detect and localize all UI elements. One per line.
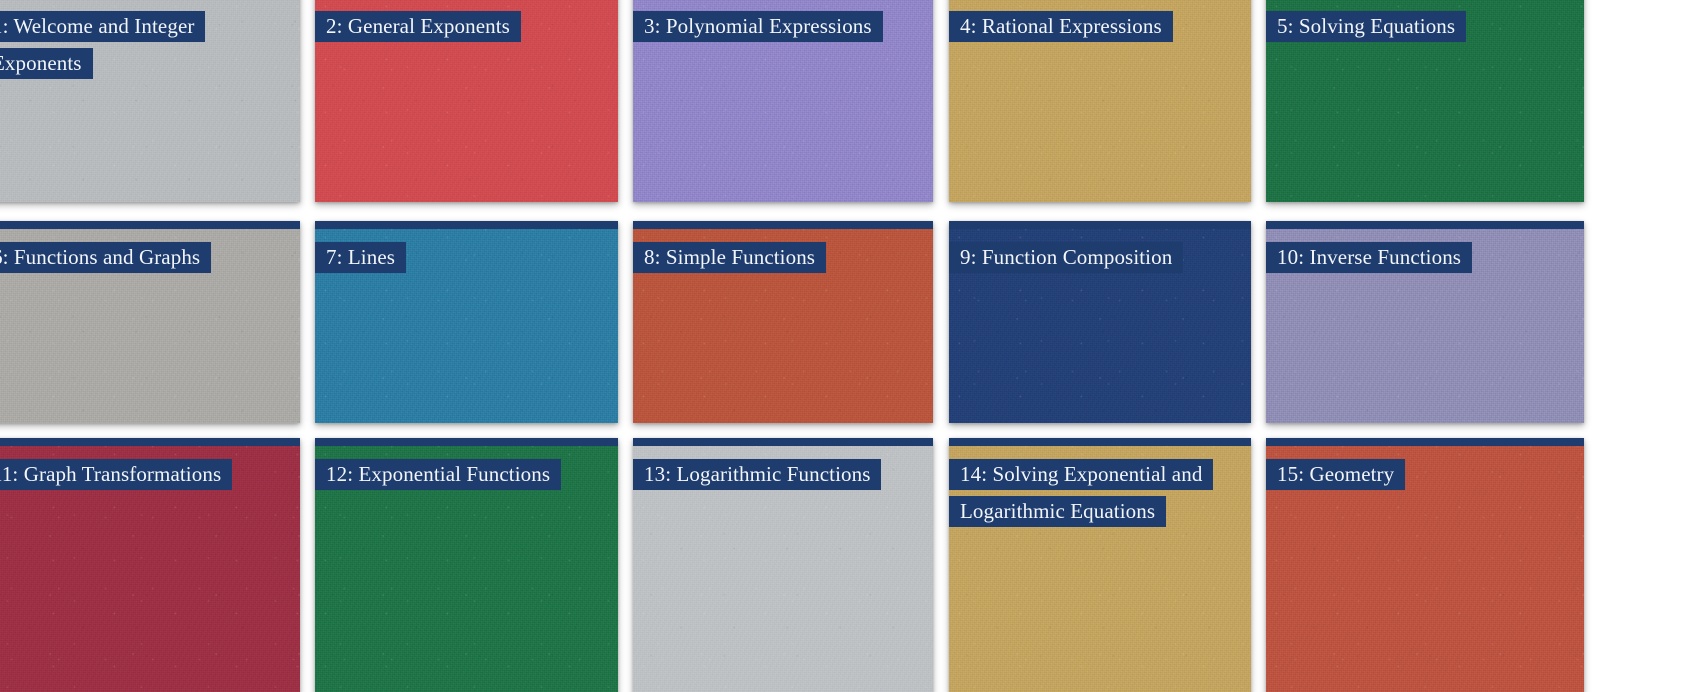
- course-card-4[interactable]: 4: Rational Expressions: [949, 0, 1251, 202]
- card-top-bar: [633, 438, 933, 446]
- card-title-11[interactable]: 11: Graph Transformations: [0, 456, 290, 493]
- card-title-5[interactable]: 5: Solving Equations: [1266, 8, 1574, 45]
- course-card-12[interactable]: 12: Exponential Functions: [315, 438, 618, 692]
- card-title-text: 9: Function Composition: [949, 242, 1184, 273]
- card-title-text: 1: Welcome and Integer Exponents: [0, 11, 206, 79]
- course-card-6[interactable]: 6: Functions and Graphs: [0, 221, 300, 423]
- card-title-text: 15: Geometry: [1266, 459, 1406, 490]
- card-title-3[interactable]: 3: Polynomial Expressions: [633, 8, 923, 45]
- card-title-12[interactable]: 12: Exponential Functions: [315, 456, 608, 493]
- card-title-text: 8: Simple Functions: [633, 242, 827, 273]
- card-title-text: 12: Exponential Functions: [315, 459, 562, 490]
- card-title-text: 10: Inverse Functions: [1266, 242, 1473, 273]
- course-card-5[interactable]: 5: Solving Equations: [1266, 0, 1584, 202]
- card-top-bar: [949, 438, 1251, 446]
- card-title-8[interactable]: 8: Simple Functions: [633, 239, 923, 276]
- course-card-14[interactable]: 14: Solving Exponential and Logarithmic …: [949, 438, 1251, 692]
- course-card-7[interactable]: 7: Lines: [315, 221, 618, 423]
- card-top-bar: [315, 221, 618, 229]
- card-title-9[interactable]: 9: Function Composition: [949, 239, 1241, 276]
- card-title-10[interactable]: 10: Inverse Functions: [1266, 239, 1574, 276]
- card-top-bar: [1266, 438, 1584, 446]
- course-card-11[interactable]: 11: Graph Transformations: [0, 438, 300, 692]
- card-title-text: 2: General Exponents: [315, 11, 521, 42]
- card-title-7[interactable]: 7: Lines: [315, 239, 608, 276]
- card-title-14[interactable]: 14: Solving Exponential and Logarithmic …: [949, 456, 1241, 530]
- course-card-9[interactable]: 9: Function Composition: [949, 221, 1251, 423]
- card-top-bar: [633, 221, 933, 229]
- card-top-bar: [315, 438, 618, 446]
- course-card-10[interactable]: 10: Inverse Functions: [1266, 221, 1584, 423]
- card-title-6[interactable]: 6: Functions and Graphs: [0, 239, 290, 276]
- card-title-text: 13: Logarithmic Functions: [633, 459, 882, 490]
- card-title-text: 4: Rational Expressions: [949, 11, 1173, 42]
- card-title-text: 3: Polynomial Expressions: [633, 11, 883, 42]
- course-card-15[interactable]: 15: Geometry: [1266, 438, 1584, 692]
- course-card-1[interactable]: 1: Welcome and Integer Exponents: [0, 0, 300, 202]
- card-title-text: 11: Graph Transformations: [0, 459, 233, 490]
- card-top-bar: [0, 438, 300, 446]
- card-title-4[interactable]: 4: Rational Expressions: [949, 8, 1241, 45]
- card-top-bar: [1266, 221, 1584, 229]
- card-title-15[interactable]: 15: Geometry: [1266, 456, 1574, 493]
- course-unit-grid: 1: Welcome and Integer Exponents 2: Gener…: [0, 0, 1695, 692]
- card-title-1[interactable]: 1: Welcome and Integer Exponents: [0, 8, 290, 82]
- card-title-text: 5: Solving Equations: [1266, 11, 1467, 42]
- card-top-bar: [949, 221, 1251, 229]
- course-card-8[interactable]: 8: Simple Functions: [633, 221, 933, 423]
- course-card-3[interactable]: 3: Polynomial Expressions: [633, 0, 933, 202]
- card-title-text: 6: Functions and Graphs: [0, 242, 212, 273]
- course-card-13[interactable]: 13: Logarithmic Functions: [633, 438, 933, 692]
- card-title-2[interactable]: 2: General Exponents: [315, 8, 608, 45]
- card-title-text: 14: Solving Exponential and Logarithmic …: [949, 459, 1214, 527]
- card-title-text: 7: Lines: [315, 242, 407, 273]
- card-title-13[interactable]: 13: Logarithmic Functions: [633, 456, 923, 493]
- card-top-bar: [0, 221, 300, 229]
- course-card-2[interactable]: 2: General Exponents: [315, 0, 618, 202]
